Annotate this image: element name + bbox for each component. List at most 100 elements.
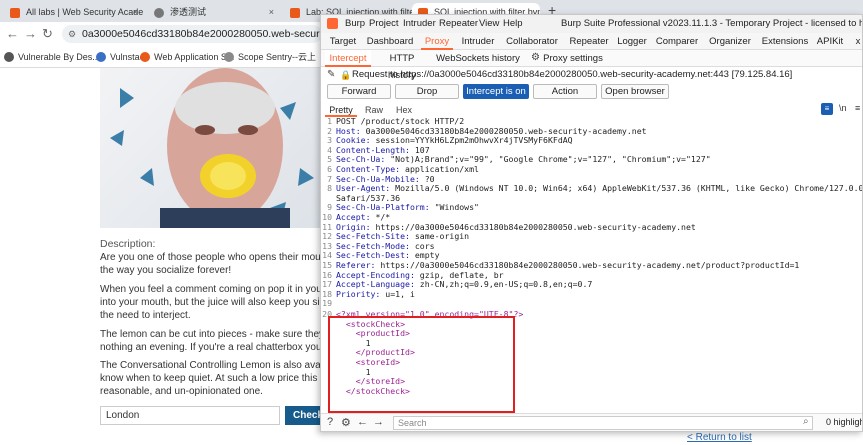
header-name: Referer: bbox=[336, 260, 376, 270]
window-title: Burp Suite Professional v2023.11.1.3 - T… bbox=[561, 18, 862, 29]
description-heading: Description: bbox=[100, 238, 156, 250]
tab-dashboard[interactable]: Dashboard bbox=[365, 33, 415, 50]
description-paragraph: When you feel a comment coming on pop it… bbox=[100, 284, 325, 295]
description-paragraph: into your mouth, but the juice will also… bbox=[100, 297, 325, 308]
close-icon[interactable]: × bbox=[269, 3, 274, 22]
menu-icon[interactable]: ≡ bbox=[855, 103, 860, 113]
bookmark-item[interactable]: Vulnerable By Des... bbox=[4, 50, 100, 64]
open-browser-button[interactable]: Open browser bbox=[601, 84, 669, 99]
burp-logo-icon bbox=[327, 18, 338, 29]
header-name: Sec-Ch-Ua: bbox=[336, 154, 386, 165]
request-line: 19 bbox=[321, 299, 862, 309]
wrap-lines-icon[interactable]: ≡ bbox=[821, 103, 833, 115]
description-paragraph: know when to keep quiet. At such a low p… bbox=[100, 373, 325, 384]
tab-repeater[interactable]: Repeater bbox=[567, 33, 611, 50]
tab-pretty[interactable]: Pretty bbox=[325, 103, 357, 117]
forward-arrow-icon[interactable]: → bbox=[24, 26, 37, 42]
header-name: Origin: bbox=[336, 221, 371, 232]
menu-help[interactable]: Help bbox=[503, 18, 523, 30]
tab-hex[interactable]: Hex bbox=[391, 103, 417, 117]
description-paragraph: nothing an evening. If you're a real cha… bbox=[100, 342, 325, 353]
product-photo bbox=[110, 68, 314, 228]
search-icon[interactable]: ⌕ bbox=[803, 416, 809, 427]
forward-arrow-icon[interactable]: → bbox=[373, 416, 384, 428]
highlight-box bbox=[328, 316, 515, 413]
menu-view[interactable]: View bbox=[479, 18, 499, 30]
highlights-count: 0 highlights bbox=[826, 417, 862, 427]
tab-collaborator[interactable]: Collaborator bbox=[505, 33, 559, 50]
request-target-line: ✎ 🔒 Request to https://0a3000e5046cd3318… bbox=[321, 67, 862, 83]
drop-button[interactable]: Drop bbox=[395, 84, 459, 99]
web-security-academy-icon bbox=[10, 8, 20, 18]
header-name: Host: bbox=[336, 125, 361, 136]
header-name: Accept-Language: bbox=[336, 279, 415, 290]
check-stock-button[interactable]: Check bbox=[285, 406, 325, 425]
intercept-toggle-button[interactable]: Intercept is on bbox=[463, 84, 529, 99]
return-to-list-link[interactable]: < Return to list bbox=[687, 432, 752, 443]
header-value: Safari/537.36 bbox=[336, 192, 401, 203]
subtab-http-history[interactable]: HTTP history bbox=[375, 50, 429, 81]
bookmark-item[interactable]: Scope Sentry--云上 bbox=[224, 50, 316, 64]
tab-proxy[interactable]: Proxy bbox=[421, 33, 453, 50]
action-button[interactable]: Action bbox=[533, 84, 597, 99]
browser-tab[interactable]: All labs | Web Security Acade × bbox=[4, 3, 144, 22]
search-input[interactable]: Search bbox=[393, 416, 813, 430]
subtab-websockets-history[interactable]: WebSockets history bbox=[435, 50, 521, 67]
url-text: 0a3000e5046cd33180b84e2000280050.web-sec… bbox=[82, 28, 322, 40]
header-value: "Windows" bbox=[429, 202, 479, 213]
back-arrow-icon[interactable]: ← bbox=[6, 26, 19, 42]
header-value: "Not)A;Brand";v="99", "Google Chrome";v=… bbox=[385, 154, 711, 165]
lock-icon: 🔒 bbox=[340, 70, 352, 80]
header-name: Cookie: bbox=[336, 135, 371, 146]
bookmark-label: Vulnerable By Des... bbox=[18, 52, 100, 62]
forward-button[interactable]: Forward bbox=[327, 84, 391, 99]
tab-intruder[interactable]: Intruder bbox=[459, 33, 497, 50]
menu-repeater[interactable]: Repeater bbox=[439, 18, 478, 30]
header-name: Priority: bbox=[336, 288, 381, 299]
header-name: Content-Length: bbox=[336, 144, 410, 155]
description-paragraph: Are you one of those people who opens th… bbox=[100, 252, 325, 263]
bookmark-item[interactable]: Web Application S... bbox=[140, 50, 234, 64]
tab-label: 渗透测试 bbox=[170, 7, 207, 17]
help-icon[interactable]: ? bbox=[327, 416, 333, 428]
tab-target[interactable]: Target bbox=[327, 33, 359, 50]
menu-intruder[interactable]: Intruder bbox=[403, 18, 436, 30]
header-name: User-Agent: bbox=[336, 183, 391, 194]
tab-apikit[interactable]: APIKit bbox=[815, 33, 845, 50]
tab-organizer[interactable]: Organizer bbox=[707, 33, 753, 50]
browser-tab[interactable]: 渗透测试 × bbox=[148, 3, 280, 22]
subtab-intercept[interactable]: Intercept bbox=[325, 50, 371, 67]
request-line: 18 Priority: u=1, i bbox=[321, 288, 862, 300]
pencil-icon[interactable]: ✎ bbox=[327, 67, 335, 83]
proxy-subtab-bar: Intercept HTTP history WebSockets histor… bbox=[321, 50, 862, 81]
newline-icon[interactable]: \n bbox=[839, 103, 847, 113]
header-value: 107 bbox=[409, 144, 430, 155]
header-name: Accept-Encoding: bbox=[336, 269, 415, 280]
store-select[interactable]: London bbox=[100, 406, 280, 425]
gear-icon[interactable]: ⚙ bbox=[341, 416, 351, 429]
menu-burp[interactable]: Burp bbox=[345, 18, 365, 30]
menu-project[interactable]: Project bbox=[369, 18, 399, 30]
tab-comparer[interactable]: Comparer bbox=[655, 33, 699, 50]
close-icon[interactable]: × bbox=[133, 3, 138, 22]
burp-title-bar: Burp Project Intruder Repeater View Help… bbox=[321, 15, 862, 33]
bookmark-icon bbox=[224, 52, 234, 62]
header-value: zh-CN,zh;q=0.9,en-US;q=0.8,en;q=0.7 bbox=[414, 279, 593, 290]
gear-icon[interactable]: ⚙ bbox=[531, 52, 540, 63]
header-value: session=YYYkH6LZpm2mOhwvXr4jTVSMyF6KFdAQ bbox=[370, 135, 573, 146]
site-info-icon[interactable]: ⚙ bbox=[68, 25, 76, 43]
tab-extensions[interactable]: Extensions bbox=[761, 33, 809, 50]
header-name: Sec-Fetch-Site: bbox=[336, 231, 410, 242]
url-field[interactable]: ⚙ 0a3000e5046cd33180b84e2000280050.web-s… bbox=[62, 25, 322, 43]
tab-overflow[interactable]: x bbox=[853, 33, 862, 50]
subtab-proxy-settings[interactable]: Proxy settings bbox=[543, 50, 603, 67]
back-arrow-icon[interactable]: ← bbox=[357, 416, 368, 428]
line-number: 8 bbox=[327, 183, 332, 194]
header-value: cors bbox=[409, 240, 435, 251]
bookmark-icon bbox=[4, 52, 14, 62]
header-value: */* bbox=[370, 212, 391, 222]
reload-icon[interactable]: ↻ bbox=[42, 26, 53, 42]
tab-logger[interactable]: Logger bbox=[617, 33, 647, 50]
tab-raw[interactable]: Raw bbox=[361, 103, 387, 117]
header-name: Sec-Fetch-Mode: bbox=[336, 240, 410, 251]
